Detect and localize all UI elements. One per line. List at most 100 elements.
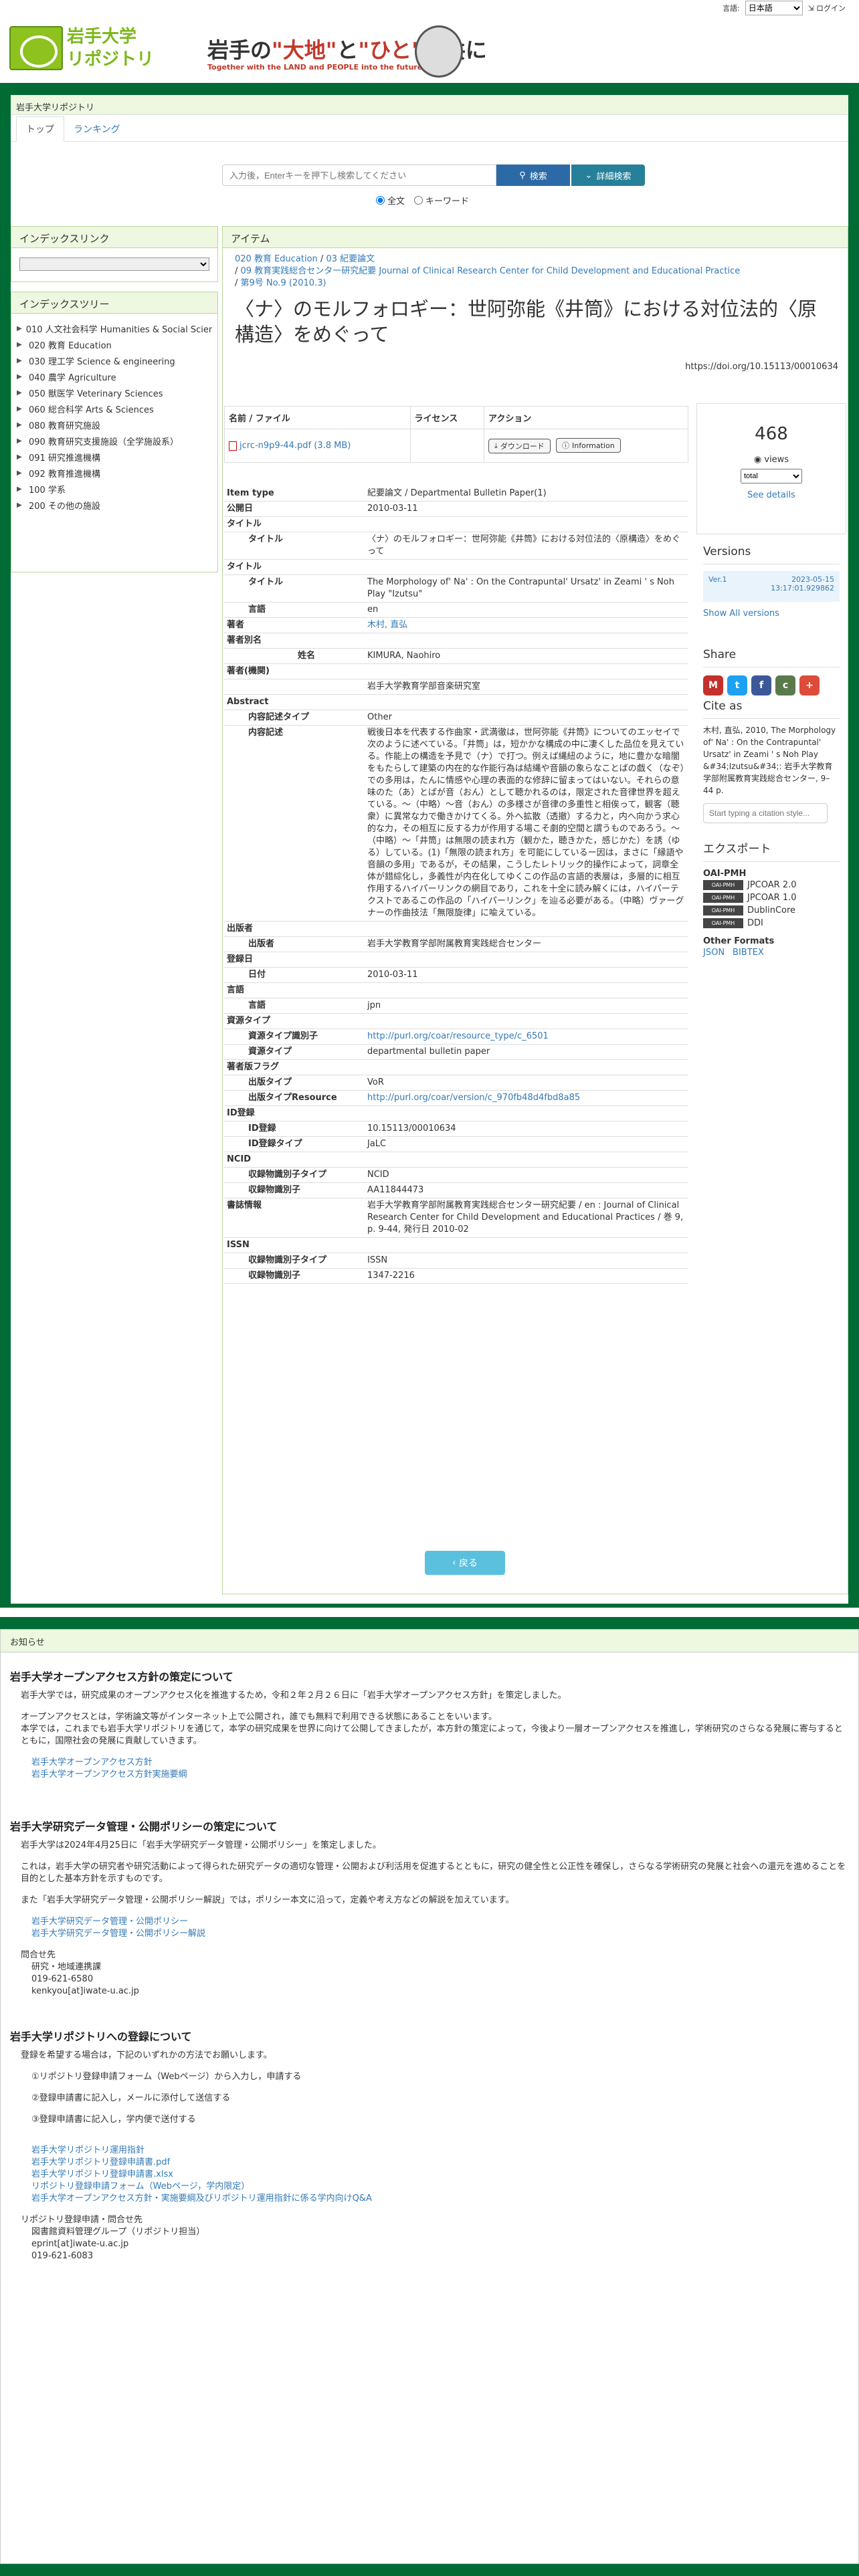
notice-link[interactable]: 岩手大学オープンアクセス方針実施要綱 (10, 1769, 849, 1781)
index-tree-item[interactable]: ▶ 200 その他の施設 (17, 497, 212, 513)
radio-fulltext[interactable]: 全文 (376, 194, 405, 207)
show-all-versions-link[interactable]: Show All versions (703, 609, 840, 619)
index-link-select[interactable] (19, 257, 209, 271)
item-panel-title: アイテム (223, 227, 848, 248)
citation-style-input[interactable] (703, 803, 828, 823)
index-tree-item[interactable]: ▶ 090 教育研究支援施設（全学施設系） (17, 433, 212, 449)
notice-link[interactable]: 岩手大学研究データ管理・公開ポリシー解説 (10, 1928, 849, 1940)
bc-issue[interactable]: 第9号 No.9 (2010.3) (241, 278, 326, 288)
metadata-value[interactable]: http://purl.org/coar/resource_type/c_650… (365, 1029, 688, 1045)
metadata-row: Item type 紀要論文 / Departmental Bulletin Pa… (224, 486, 688, 502)
metadata-key: 収録物識別子タイプ (224, 1167, 365, 1183)
metadata-key: ID登録タイプ (224, 1136, 365, 1152)
metadata-key: タイトル (224, 516, 365, 532)
twitter-icon[interactable]: t (727, 675, 747, 695)
index-link-title: インデックスリンク (11, 227, 217, 248)
radio-keyword[interactable]: キーワード (414, 194, 469, 207)
notice-link[interactable]: 岩手大学リポジトリ運用指針 (10, 2145, 849, 2157)
bibtex-export-link[interactable]: BIBTEX (733, 948, 764, 958)
metadata-row: 出版タイプ VoR (224, 1075, 688, 1091)
chevron-down-icon: ⌄ (585, 170, 593, 180)
index-tree-item[interactable]: ▶ 020 教育 Education (17, 336, 212, 352)
tab-top[interactable]: トップ (16, 116, 64, 142)
oai-export-item[interactable]: OAI-PMH DublinCore (703, 904, 840, 917)
metadata-value: JaLC (365, 1136, 688, 1152)
metadata-key: 著者(機関) (224, 663, 365, 679)
see-details-link[interactable]: See details (697, 490, 846, 500)
contact-line: eprint[at]iwate-u.ac.jp (31, 2239, 129, 2249)
notice-link[interactable]: 岩手大学リポジトリ登録申請書.pdf (10, 2157, 849, 2169)
index-tree-item[interactable]: ▶ 050 獣医学 Veterinary Sciences (17, 385, 212, 401)
metadata-value (365, 921, 688, 937)
cite-title: Cite as (703, 700, 840, 719)
metadata-value[interactable]: http://purl.org/coar/version/c_970fb48d4… (365, 1090, 688, 1106)
oai-export-item[interactable]: OAI-PMH DDI (703, 917, 840, 930)
views-period-select[interactable]: total (741, 469, 802, 484)
metadata-value: 紀要論文 / Departmental Bulletin Paper(1) (365, 486, 688, 502)
top-breadcrumb: 岩手大学リポジトリ (11, 95, 848, 115)
contact-line: 問合せ先 (21, 1950, 56, 1960)
info-icon: ⓘ (562, 441, 569, 450)
citeulike-icon[interactable]: c (775, 675, 795, 695)
caret-right-icon: ▶ (17, 437, 22, 445)
login-link[interactable]: ⇲ ログイン (808, 3, 846, 13)
bc-bulletin[interactable]: 03 紀要論文 (326, 254, 375, 264)
views-box: 468 ◉ views total See details (696, 403, 846, 534)
notice-body: 岩手大学オープンアクセス方針の策定について 岩手大学では，研究成果のオープンアクセ… (1, 1652, 858, 2272)
index-tree-item[interactable]: ▶ 092 教育推進機構 (17, 465, 212, 481)
notice-link[interactable]: 岩手大学リポジトリ登録申請書.xlsx (10, 2169, 849, 2181)
header-banner: 岩手の"大地"と"ひと"と共に Together with the LAND a… (207, 21, 487, 80)
mendeley-icon[interactable]: M (703, 675, 723, 695)
index-tree-item[interactable]: ▶ 010 人文社会科学 Humanities & Social Sciences (17, 320, 212, 336)
metadata-row: 収録物識別子タイプ ISSN (224, 1253, 688, 1269)
oai-pmh-title: OAI-PMH (703, 869, 747, 879)
metadata-row: 姓名 KIMURA, Naohiro (224, 648, 688, 664)
bc-journal[interactable]: 09 教育実践総合センター研究紀要 Journal of Clinical Re… (241, 266, 741, 276)
back-button[interactable]: ‹ 戻る (425, 1551, 505, 1575)
plus-icon[interactable]: + (799, 675, 820, 695)
bc-education[interactable]: 020 教育 Education (235, 254, 318, 264)
metadata-row: 資源タイプ識別子 http://purl.org/coar/resource_ty… (224, 1029, 688, 1045)
notice-link[interactable]: 岩手大学オープンアクセス方針・実施要綱及びリポジトリ運用指針に係る学内向けQ&A (10, 2193, 849, 2205)
information-button[interactable]: ⓘ Information (556, 438, 621, 453)
facebook-icon[interactable]: f (751, 675, 771, 695)
index-tree-item[interactable]: ▶ 080 教育研究施設 (17, 417, 212, 433)
version-row[interactable]: Ver.1 2023-05-15 13:17:01.929862 (703, 571, 840, 602)
metadata-value: AA11844473 (365, 1182, 688, 1198)
metadata-key: ID登録 (224, 1105, 365, 1121)
metadata-value (365, 982, 688, 998)
metadata-row: NCID (224, 1152, 688, 1168)
site-logo[interactable]: 岩手大学 リポジトリ (9, 25, 154, 71)
download-button[interactable]: ⤓ ダウンロード (488, 439, 551, 453)
search-input[interactable] (222, 165, 496, 186)
metadata-row: 資源タイプ departmental bulletin paper (224, 1044, 688, 1060)
tab-ranking[interactable]: ランキング (64, 117, 130, 141)
metadata-value[interactable]: 木村, 直弘 (365, 617, 688, 633)
index-tree-item[interactable]: ▶ 091 研究推進機構 (17, 449, 212, 465)
notice-link[interactable]: 岩手大学オープンアクセス方針 (10, 1757, 849, 1769)
metadata-row: 著者版フラグ (224, 1059, 688, 1075)
advanced-search-button[interactable]: ⌄ 詳細検索 (571, 165, 645, 186)
json-export-link[interactable]: JSON (703, 948, 725, 958)
search-button[interactable]: ⚲ 検索 (496, 165, 570, 186)
caret-right-icon: ▶ (17, 501, 22, 509)
index-tree-item[interactable]: ▶ 060 総合科学 Arts & Sciences (17, 401, 212, 417)
oai-export-item[interactable]: OAI-PMH JPCOAR 2.0 (703, 879, 840, 891)
index-tree-item[interactable]: ▶ 100 学系 (17, 481, 212, 497)
index-tree-item[interactable]: ▶ 030 理工学 Science & engineering (17, 352, 212, 368)
file-link[interactable]: jcrc-n9p9-44.pdf (3.8 MB) (229, 441, 406, 451)
registration-step: ③登録申請書に記入し，学内便で送付する (31, 2115, 196, 2125)
file-table: 名前 / ファイル ライセンス アクション jcrc-n9p9-44.pdf (… (224, 406, 689, 463)
language-select[interactable]: 日本語 (745, 1, 803, 15)
metadata-key: 資源タイプ (224, 1044, 365, 1060)
notice-link[interactable]: 岩手大学研究データ管理・公開ポリシー (10, 1916, 849, 1928)
metadata-row: 内容記述 戦後日本を代表する作曲家・武満徹は，世阿弥能《井筒》についてのエッセイで… (224, 725, 688, 922)
notice-link[interactable]: リポジトリ登録申請フォーム（Webページ，学内限定） (10, 2181, 849, 2193)
share-icons: M t f c + (703, 675, 840, 695)
metadata-key: 言語 (224, 602, 365, 618)
oai-export-item[interactable]: OAI-PMH JPCOAR 1.0 (703, 891, 840, 904)
index-tree-item[interactable]: ▶ 040 農学 Agriculture (17, 368, 212, 385)
